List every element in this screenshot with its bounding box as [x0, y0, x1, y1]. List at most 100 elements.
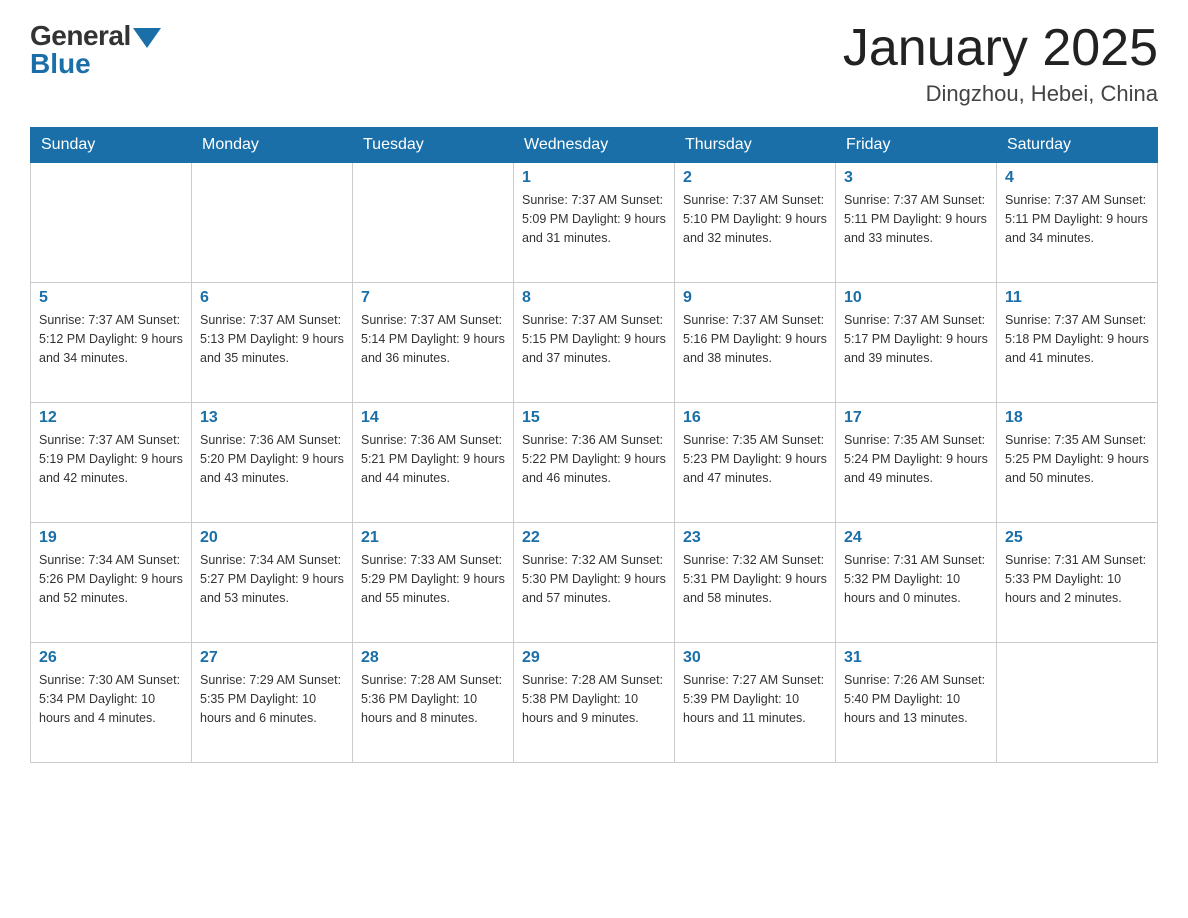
day-info: Sunrise: 7:34 AM Sunset: 5:27 PM Dayligh…: [200, 551, 344, 607]
calendar-cell: 3 Sunrise: 7:37 AM Sunset: 5:11 PM Daylig…: [836, 163, 997, 283]
day-number: 19: [39, 529, 183, 547]
day-number: 29: [522, 649, 666, 667]
calendar-cell: 24 Sunrise: 7:31 AM Sunset: 5:32 PM Dayli…: [836, 523, 997, 643]
day-info: Sunrise: 7:37 AM Sunset: 5:13 PM Dayligh…: [200, 311, 344, 367]
calendar-cell: 20 Sunrise: 7:34 AM Sunset: 5:27 PM Dayli…: [192, 523, 353, 643]
day-info: Sunrise: 7:35 AM Sunset: 5:23 PM Dayligh…: [683, 431, 827, 487]
day-number: 1: [522, 169, 666, 187]
day-number: 21: [361, 529, 505, 547]
day-number: 28: [361, 649, 505, 667]
day-info: Sunrise: 7:37 AM Sunset: 5:15 PM Dayligh…: [522, 311, 666, 367]
day-info: Sunrise: 7:35 AM Sunset: 5:25 PM Dayligh…: [1005, 431, 1149, 487]
day-number: 8: [522, 289, 666, 307]
calendar-cell: 12Sunrise: 7:37 AM Sunset: 5:19 PM Dayli…: [31, 403, 192, 523]
day-info: Sunrise: 7:37 AM Sunset: 5:17 PM Dayligh…: [844, 311, 988, 367]
calendar-cell: 15Sunrise: 7:36 AM Sunset: 5:22 PM Dayli…: [514, 403, 675, 523]
calendar-cell: 17 Sunrise: 7:35 AM Sunset: 5:24 PM Dayli…: [836, 403, 997, 523]
calendar-cell: 25Sunrise: 7:31 AM Sunset: 5:33 PM Dayli…: [997, 523, 1158, 643]
calendar-cell: 5Sunrise: 7:37 AM Sunset: 5:12 PM Daylig…: [31, 283, 192, 403]
calendar-cell: 21 Sunrise: 7:33 AM Sunset: 5:29 PM Dayli…: [353, 523, 514, 643]
day-info: Sunrise: 7:35 AM Sunset: 5:24 PM Dayligh…: [844, 431, 988, 487]
calendar-cell: 13Sunrise: 7:36 AM Sunset: 5:20 PM Dayli…: [192, 403, 353, 523]
calendar-week-row: 12Sunrise: 7:37 AM Sunset: 5:19 PM Dayli…: [31, 403, 1158, 523]
day-number: 7: [361, 289, 505, 307]
day-number: 10: [844, 289, 988, 307]
calendar-cell: 11 Sunrise: 7:37 AM Sunset: 5:18 PM Dayli…: [997, 283, 1158, 403]
calendar-cell: [353, 163, 514, 283]
calendar-week-row: 1Sunrise: 7:37 AM Sunset: 5:09 PM Daylig…: [31, 163, 1158, 283]
calendar-cell: [31, 163, 192, 283]
day-number: 15: [522, 409, 666, 427]
day-number: 24: [844, 529, 988, 547]
logo: General Blue: [30, 20, 161, 80]
day-number: 26: [39, 649, 183, 667]
day-of-week-header: Friday: [836, 128, 997, 163]
day-of-week-header: Monday: [192, 128, 353, 163]
day-number: 30: [683, 649, 827, 667]
calendar-cell: 4Sunrise: 7:37 AM Sunset: 5:11 PM Daylig…: [997, 163, 1158, 283]
day-info: Sunrise: 7:37 AM Sunset: 5:14 PM Dayligh…: [361, 311, 505, 367]
day-number: 25: [1005, 529, 1149, 547]
calendar-cell: 28 Sunrise: 7:28 AM Sunset: 5:36 PM Dayli…: [353, 643, 514, 763]
day-of-week-header: Thursday: [675, 128, 836, 163]
calendar-table: SundayMondayTuesdayWednesdayThursdayFrid…: [30, 127, 1158, 763]
calendar-cell: [192, 163, 353, 283]
day-info: Sunrise: 7:32 AM Sunset: 5:31 PM Dayligh…: [683, 551, 827, 607]
calendar-cell: [997, 643, 1158, 763]
day-number: 22: [522, 529, 666, 547]
calendar-cell: 23 Sunrise: 7:32 AM Sunset: 5:31 PM Dayli…: [675, 523, 836, 643]
day-info: Sunrise: 7:30 AM Sunset: 5:34 PM Dayligh…: [39, 671, 183, 727]
day-number: 27: [200, 649, 344, 667]
day-info: Sunrise: 7:37 AM Sunset: 5:18 PM Dayligh…: [1005, 311, 1149, 367]
month-year-title: January 2025: [843, 20, 1158, 77]
day-of-week-header: Sunday: [31, 128, 192, 163]
calendar-cell: 14 Sunrise: 7:36 AM Sunset: 5:21 PM Dayli…: [353, 403, 514, 523]
calendar-cell: 31 Sunrise: 7:26 AM Sunset: 5:40 PM Dayli…: [836, 643, 997, 763]
day-info: Sunrise: 7:37 AM Sunset: 5:11 PM Dayligh…: [1005, 191, 1149, 247]
day-number: 18: [1005, 409, 1149, 427]
day-number: 23: [683, 529, 827, 547]
calendar-cell: 19Sunrise: 7:34 AM Sunset: 5:26 PM Dayli…: [31, 523, 192, 643]
calendar-cell: 10 Sunrise: 7:37 AM Sunset: 5:17 PM Dayli…: [836, 283, 997, 403]
day-number: 14: [361, 409, 505, 427]
day-number: 3: [844, 169, 988, 187]
day-info: Sunrise: 7:26 AM Sunset: 5:40 PM Dayligh…: [844, 671, 988, 727]
day-info: Sunrise: 7:37 AM Sunset: 5:16 PM Dayligh…: [683, 311, 827, 367]
day-number: 6: [200, 289, 344, 307]
calendar-cell: 26 Sunrise: 7:30 AM Sunset: 5:34 PM Dayli…: [31, 643, 192, 763]
day-info: Sunrise: 7:37 AM Sunset: 5:19 PM Dayligh…: [39, 431, 183, 487]
day-info: Sunrise: 7:31 AM Sunset: 5:32 PM Dayligh…: [844, 551, 988, 607]
calendar-cell: 7 Sunrise: 7:37 AM Sunset: 5:14 PM Daylig…: [353, 283, 514, 403]
day-of-week-header: Saturday: [997, 128, 1158, 163]
day-of-week-header: Wednesday: [514, 128, 675, 163]
page-header: General Blue January 2025 Dingzhou, Hebe…: [30, 20, 1158, 107]
day-info: Sunrise: 7:37 AM Sunset: 5:11 PM Dayligh…: [844, 191, 988, 247]
calendar-cell: 30Sunrise: 7:27 AM Sunset: 5:39 PM Dayli…: [675, 643, 836, 763]
day-info: Sunrise: 7:32 AM Sunset: 5:30 PM Dayligh…: [522, 551, 666, 607]
day-info: Sunrise: 7:28 AM Sunset: 5:38 PM Dayligh…: [522, 671, 666, 727]
calendar-cell: 18 Sunrise: 7:35 AM Sunset: 5:25 PM Dayli…: [997, 403, 1158, 523]
day-number: 2: [683, 169, 827, 187]
calendar-cell: 2 Sunrise: 7:37 AM Sunset: 5:10 PM Daylig…: [675, 163, 836, 283]
calendar-cell: 8 Sunrise: 7:37 AM Sunset: 5:15 PM Daylig…: [514, 283, 675, 403]
day-number: 11: [1005, 289, 1149, 307]
day-number: 5: [39, 289, 183, 307]
day-info: Sunrise: 7:37 AM Sunset: 5:10 PM Dayligh…: [683, 191, 827, 247]
calendar-cell: 16Sunrise: 7:35 AM Sunset: 5:23 PM Dayli…: [675, 403, 836, 523]
day-info: Sunrise: 7:36 AM Sunset: 5:21 PM Dayligh…: [361, 431, 505, 487]
calendar-header-row: SundayMondayTuesdayWednesdayThursdayFrid…: [31, 128, 1158, 163]
calendar-cell: 6 Sunrise: 7:37 AM Sunset: 5:13 PM Daylig…: [192, 283, 353, 403]
calendar-cell: 22 Sunrise: 7:32 AM Sunset: 5:30 PM Dayli…: [514, 523, 675, 643]
day-number: 9: [683, 289, 827, 307]
day-info: Sunrise: 7:36 AM Sunset: 5:20 PM Dayligh…: [200, 431, 344, 487]
logo-arrow-icon: [133, 28, 161, 48]
day-number: 20: [200, 529, 344, 547]
calendar-cell: 9 Sunrise: 7:37 AM Sunset: 5:16 PM Daylig…: [675, 283, 836, 403]
calendar-cell: 27Sunrise: 7:29 AM Sunset: 5:35 PM Dayli…: [192, 643, 353, 763]
day-number: 31: [844, 649, 988, 667]
day-info: Sunrise: 7:33 AM Sunset: 5:29 PM Dayligh…: [361, 551, 505, 607]
day-of-week-header: Tuesday: [353, 128, 514, 163]
day-info: Sunrise: 7:28 AM Sunset: 5:36 PM Dayligh…: [361, 671, 505, 727]
day-number: 17: [844, 409, 988, 427]
location-subtitle: Dingzhou, Hebei, China: [843, 81, 1158, 107]
